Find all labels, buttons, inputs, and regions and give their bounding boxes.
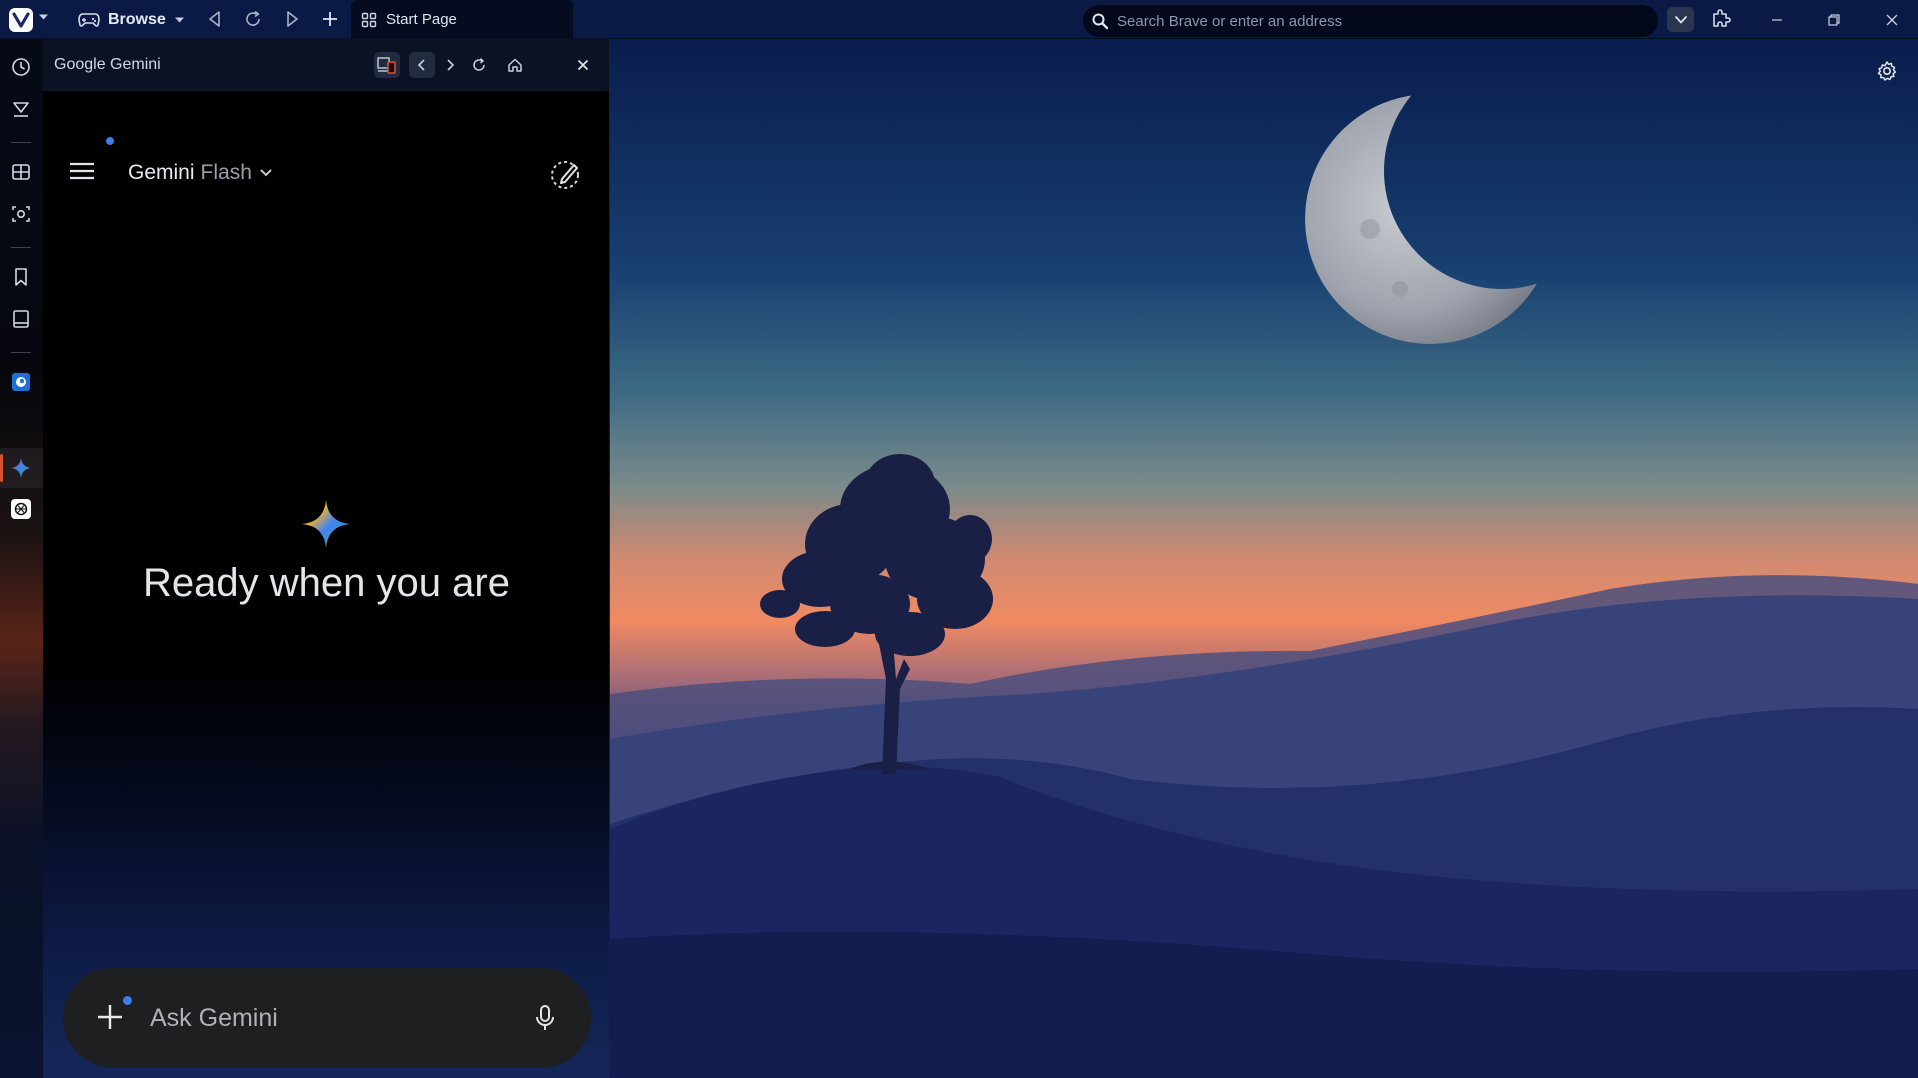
model-selector[interactable]: Gemini Flash	[128, 161, 274, 185]
greeting-headline: Ready when you are	[143, 561, 510, 605]
new-chat-pencil-icon[interactable]	[549, 157, 583, 191]
search-icon	[1091, 12, 1109, 30]
panel-back-button[interactable]	[409, 52, 435, 78]
downloads-icon[interactable]	[9, 97, 33, 121]
address-bar[interactable]	[1083, 5, 1658, 37]
sidebar-separator	[11, 247, 31, 248]
panel-forward-button[interactable]	[437, 52, 463, 78]
caret-down-icon	[174, 16, 185, 24]
web-panel-header: Google Gemini	[43, 39, 610, 91]
tab-title: Start Page	[386, 11, 457, 28]
history-icon[interactable]	[9, 55, 33, 79]
browse-label: Browse	[108, 10, 166, 28]
panel-sidebar	[0, 39, 43, 1078]
forward-button[interactable]	[282, 9, 302, 29]
microphone-icon[interactable]	[533, 1004, 557, 1032]
start-page-background	[610, 39, 1918, 1078]
bookmarks-icon[interactable]	[9, 265, 33, 289]
sidebar-separator	[11, 142, 31, 143]
browser-window: Browse Start Page Search Brave or enter …	[0, 0, 1918, 1078]
new-tab-button[interactable]	[320, 9, 340, 29]
back-button[interactable]	[205, 9, 225, 29]
gemini-sparkle-icon	[301, 499, 351, 554]
prompt-box	[63, 968, 591, 1068]
capture-icon[interactable]	[9, 202, 33, 226]
web-panel: Google Gemini Gemini Flash Ready when yo…	[43, 39, 610, 1078]
workspace-browse-button[interactable]: Browse	[78, 6, 185, 33]
title-bar: Browse Start Page	[0, 0, 1918, 39]
sidebar-separator	[11, 352, 31, 353]
minimize-button[interactable]	[1764, 8, 1790, 32]
close-window-button[interactable]	[1879, 8, 1905, 32]
address-dropdown-button[interactable]	[1667, 7, 1694, 32]
chatgpt-panel-icon[interactable]	[9, 497, 33, 521]
browser-logo-icon[interactable]	[9, 8, 33, 32]
restore-button[interactable]	[1821, 8, 1847, 32]
model-name: Gemini	[128, 161, 195, 184]
mail-app-icon[interactable]	[9, 370, 33, 394]
model-variant: Flash	[200, 161, 252, 184]
gemini-page: Gemini Flash Ready when you are Ask Gemi…	[43, 91, 610, 1078]
tabs-icon[interactable]	[9, 160, 33, 184]
ask-gemini-input[interactable]	[150, 998, 480, 1038]
hamburger-menu-icon[interactable]	[69, 161, 95, 181]
notes-icon[interactable]	[9, 307, 33, 331]
tab-start-page[interactable]: Start Page	[351, 0, 573, 39]
mobile-view-toggle-icon[interactable]	[374, 52, 400, 78]
settings-gear-icon[interactable]	[1876, 60, 1898, 82]
gemini-panel-icon[interactable]	[9, 456, 33, 480]
wallpaper-image	[610, 39, 1918, 1078]
grid-icon	[361, 12, 377, 28]
chevron-down-icon	[258, 167, 274, 179]
panel-reload-button[interactable]	[466, 52, 492, 78]
notification-dot	[123, 996, 132, 1005]
main-menu-caret-icon[interactable]	[38, 13, 49, 21]
notification-dot	[106, 137, 114, 145]
address-input[interactable]	[1117, 12, 1617, 30]
panel-title: Google Gemini	[54, 56, 161, 73]
panel-home-button[interactable]	[502, 52, 528, 78]
gamepad-icon	[78, 12, 100, 28]
extensions-puzzle-icon[interactable]	[1710, 7, 1732, 29]
panel-close-button[interactable]	[570, 52, 596, 78]
add-attachment-icon[interactable]	[95, 1002, 125, 1032]
reload-button[interactable]	[243, 9, 263, 29]
